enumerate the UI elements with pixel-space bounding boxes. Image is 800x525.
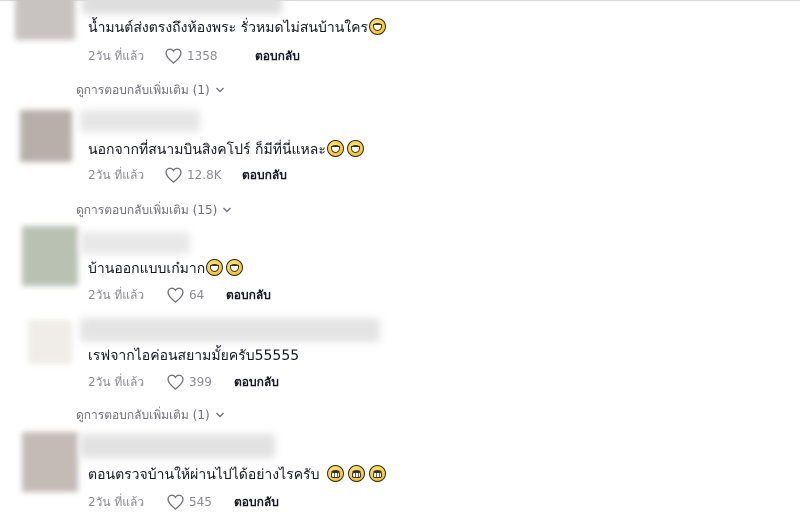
view-more-replies-label: ดูการตอบกลับเพิ่มเติม (1) [76, 83, 210, 97]
tears-of-joy-emoji [206, 259, 224, 276]
view-more-replies-label: ดูการตอบกลับเพิ่มเติม (15) [76, 203, 218, 217]
comment-meta: 2วัน ที่แล้ว 64 ตอบกลับ [88, 287, 488, 303]
comment-meta: 2วัน ที่แล้ว 545 ตอบกลับ [88, 494, 488, 510]
heart-outline-icon [167, 494, 184, 510]
view-more-replies-button[interactable]: ดูการตอบกลับเพิ่มเติม (15) [76, 202, 232, 218]
comment-time: 2วัน ที่แล้ว [88, 168, 145, 182]
reply-button[interactable]: ตอบกลับ [234, 374, 279, 390]
like-count: 1358 [187, 49, 218, 63]
avatar[interactable] [22, 432, 78, 492]
like-count: 12.8K [187, 168, 222, 182]
view-more-replies-label: ดูการตอบกลับเพิ่มเติม (1) [76, 408, 210, 422]
comment-text: ตอนตรวจบ้านให้ผ่านไปได้อย่างไรครับ [88, 465, 387, 485]
comment-body: น้ำมนต์ส่งตรงถึงห้องพระ รั่วหมดไม่สนบ้าน… [88, 20, 369, 36]
comment-body: นอกจากที่สนามบินสิงคโปร์ ก็มีที่นี่แหละ [88, 142, 326, 158]
like-button[interactable]: 1358 [165, 48, 218, 64]
heart-outline-icon [167, 287, 184, 303]
like-count: 64 [189, 288, 205, 302]
avatar[interactable] [22, 226, 78, 286]
grinning-sweat-emoji [326, 140, 344, 157]
grinning-teeth-emoji [327, 465, 345, 482]
like-button[interactable]: 64 [167, 287, 204, 303]
username-blurred[interactable] [82, 0, 282, 14]
avatar[interactable] [20, 110, 72, 162]
comment-meta: 2วัน ที่แล้ว 1358 ตอบกลับ [88, 48, 488, 64]
comment-meta: 2วัน ที่แล้ว 12.8K ตอบกลับ [88, 167, 488, 183]
username-blurred[interactable] [80, 434, 275, 458]
view-more-replies-button[interactable]: ดูการตอบกลับเพิ่มเติม (1) [76, 407, 225, 423]
comment-item: บ้านออกแบบเก๋มาก 2วัน ที่แล้ว 64 ตอบกลับ [0, 226, 800, 310]
like-count: 399 [189, 375, 212, 389]
comment-time: 2วัน ที่แล้ว [88, 49, 145, 63]
like-button[interactable]: 399 [167, 374, 212, 390]
grinning-teeth-emoji [369, 465, 387, 482]
like-button[interactable]: 545 [167, 494, 212, 510]
chevron-down-icon [215, 412, 224, 418]
heart-outline-icon [165, 167, 182, 183]
rolling-on-floor-laughing-emoji [369, 18, 387, 35]
reply-button[interactable]: ตอบกลับ [226, 287, 271, 303]
tears-of-joy-emoji [226, 259, 244, 276]
comment-item: เรฟจากไอค่อนสยามมั้ยครับ55555 2วัน ที่แล… [0, 316, 800, 400]
comment-time: 2วัน ที่แล้ว [88, 495, 145, 509]
reply-button[interactable]: ตอบกลับ [242, 167, 287, 183]
like-count: 545 [189, 495, 212, 509]
comment-time: 2วัน ที่แล้ว [88, 288, 145, 302]
chevron-down-icon [215, 87, 224, 93]
username-blurred[interactable] [80, 232, 190, 254]
username-blurred[interactable] [80, 110, 200, 132]
comment-text: บ้านออกแบบเก๋มาก [88, 259, 244, 279]
avatar[interactable] [28, 320, 72, 364]
view-more-replies-button[interactable]: ดูการตอบกลับเพิ่มเติม (1) [76, 82, 225, 98]
comment-body: ตอนตรวจบ้านให้ผ่านไปได้อย่างไรครับ [88, 467, 320, 483]
comment-body: เรฟจากไอค่อนสยามมั้ยครับ55555 [88, 348, 300, 364]
heart-outline-icon [165, 48, 182, 64]
reply-button[interactable]: ตอบกลับ [255, 48, 300, 64]
comment-item: ตอนตรวจบ้านให้ผ่านไปได้อย่างไรครับ 2วัน … [0, 430, 800, 525]
avatar[interactable] [15, 0, 75, 40]
heart-outline-icon [167, 374, 184, 390]
comment-meta: 2วัน ที่แล้ว 399 ตอบกลับ [88, 374, 488, 390]
grinning-sweat-emoji [346, 140, 364, 157]
comment-item: นอกจากที่สนามบินสิงคโปร์ ก็มีที่นี่แหละ … [0, 108, 800, 188]
comment-item: น้ำมนต์ส่งตรงถึงห้องพระ รั่วหมดไม่สนบ้าน… [0, 0, 800, 70]
comment-body: บ้านออกแบบเก๋มาก [88, 261, 206, 277]
username-blurred[interactable] [80, 318, 380, 342]
comment-time: 2วัน ที่แล้ว [88, 375, 145, 389]
like-button[interactable]: 12.8K [165, 167, 222, 183]
comment-text: เรฟจากไอค่อนสยามมั้ยครับ55555 [88, 346, 299, 366]
chevron-down-icon [223, 207, 232, 213]
comment-text: นอกจากที่สนามบินสิงคโปร์ ก็มีที่นี่แหละ [88, 140, 364, 160]
comment-text: น้ำมนต์ส่งตรงถึงห้องพระ รั่วหมดไม่สนบ้าน… [88, 18, 387, 38]
grinning-teeth-emoji [348, 465, 366, 482]
reply-button[interactable]: ตอบกลับ [234, 494, 279, 510]
